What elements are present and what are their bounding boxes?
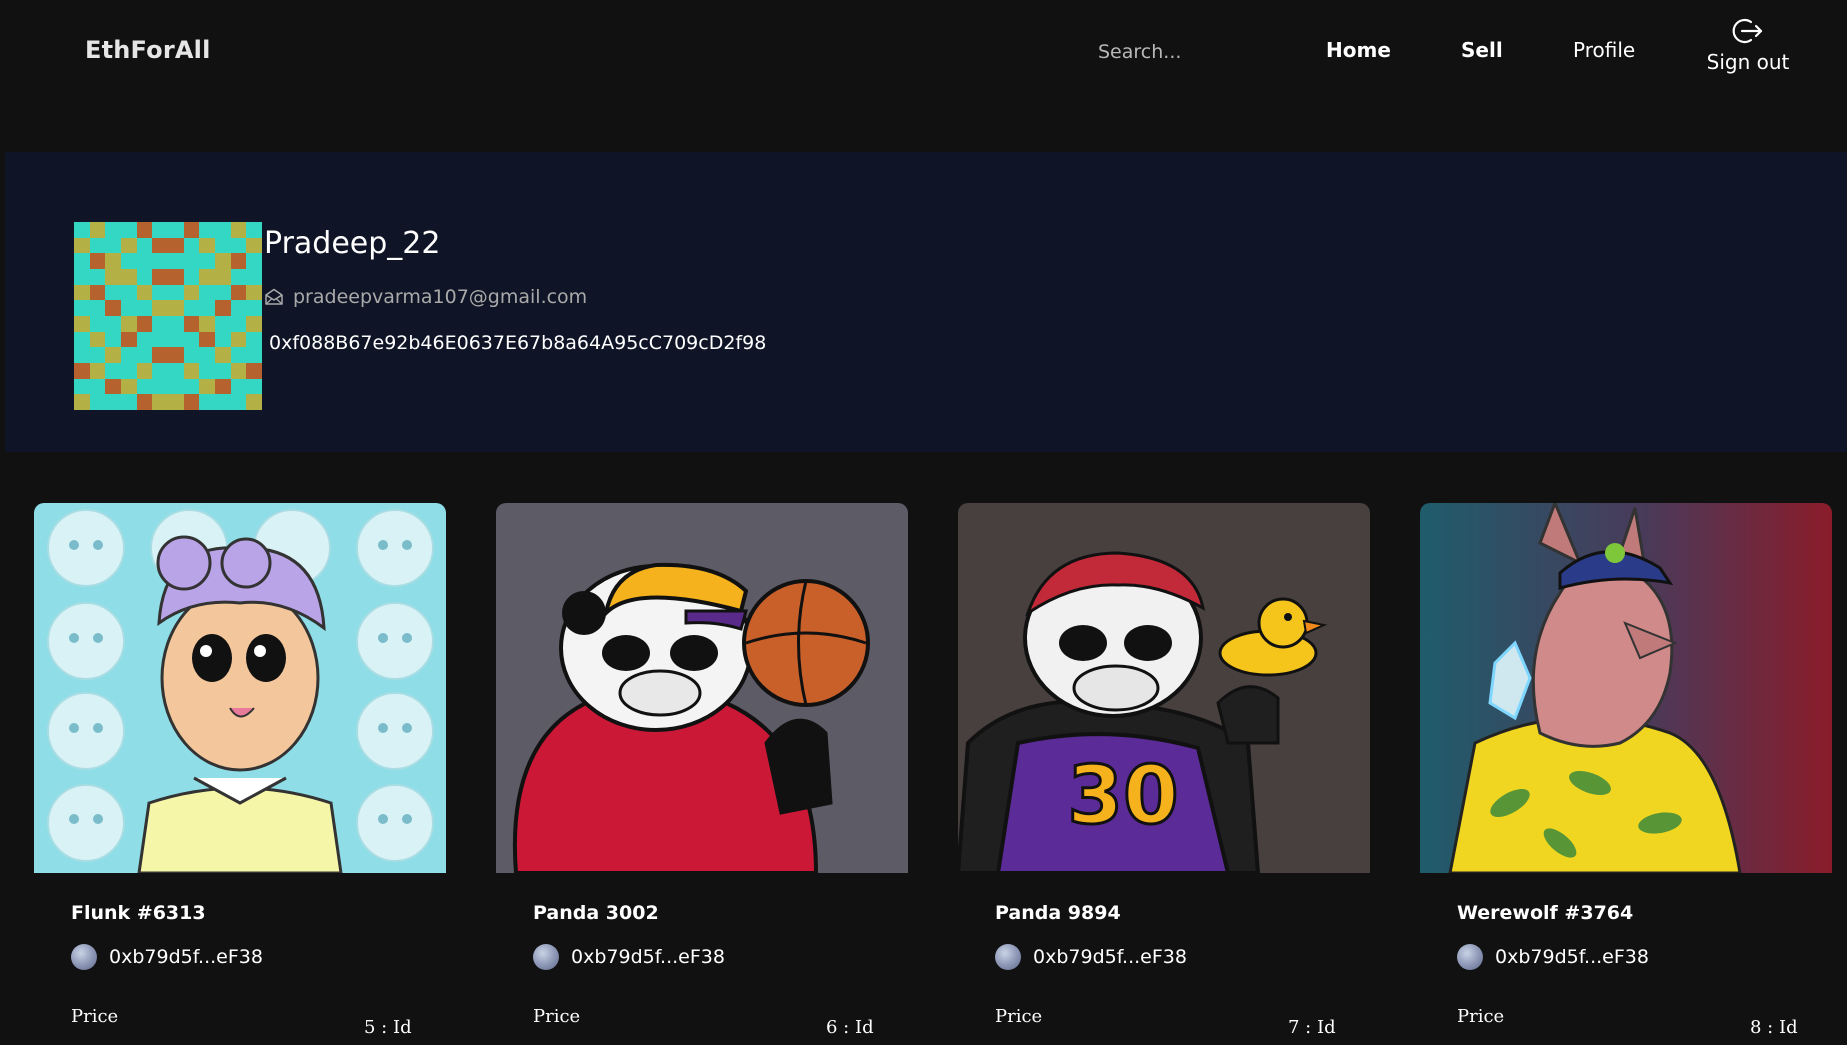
nft-card-grid: Flunk #6313 0xb79d5f...eF38 Price 5 : Id bbox=[34, 503, 1834, 1045]
brand-logo[interactable]: EthForAll bbox=[85, 36, 211, 64]
flunk-girl-art bbox=[34, 503, 446, 873]
svg-text:30: 30 bbox=[1067, 749, 1178, 842]
nft-image-panda-3002[interactable] bbox=[496, 503, 908, 873]
nft-owner: 0xb79d5f...eF38 bbox=[995, 944, 1187, 970]
profile-email: pradeepvarma107@gmail.com bbox=[293, 286, 588, 308]
nft-owner: 0xb79d5f...eF38 bbox=[71, 944, 263, 970]
werewolf-art bbox=[1420, 503, 1832, 873]
nft-id: 5 : Id bbox=[364, 1017, 412, 1038]
nft-price-label: Price bbox=[995, 1006, 1043, 1027]
nft-name: Werewolf #3764 bbox=[1457, 902, 1634, 924]
nft-card[interactable]: Panda 3002 0xb79d5f...eF38 Price 6 : Id bbox=[496, 503, 908, 1045]
nft-owner-address: 0xb79d5f...eF38 bbox=[1495, 946, 1649, 968]
profile-username: Pradeep_22 bbox=[264, 226, 441, 261]
owner-avatar-icon bbox=[995, 944, 1021, 970]
nft-name: Flunk #6313 bbox=[71, 902, 206, 924]
nft-card[interactable]: 30 Panda 9894 0xb79d5f...eF38 Price 7 : … bbox=[958, 503, 1370, 1045]
nav-profile-link[interactable]: Profile bbox=[1573, 38, 1635, 62]
sign-out-label: Sign out bbox=[1706, 50, 1790, 74]
nft-owner-address: 0xb79d5f...eF38 bbox=[571, 946, 725, 968]
nav-sell-link[interactable]: Sell bbox=[1461, 38, 1503, 62]
envelope-icon bbox=[265, 288, 283, 305]
owner-avatar-icon bbox=[533, 944, 559, 970]
nft-id: 7 : Id bbox=[1288, 1017, 1336, 1038]
nft-id: 8 : Id bbox=[1750, 1017, 1798, 1038]
profile-wallet-address: 0xf088B67e92b46E0637E67b8a64A95cC709cD2f… bbox=[269, 332, 767, 354]
nft-price-label: Price bbox=[71, 1006, 119, 1027]
sign-out-icon bbox=[1732, 18, 1763, 44]
nft-owner: 0xb79d5f...eF38 bbox=[533, 944, 725, 970]
search-input[interactable] bbox=[1098, 36, 1258, 68]
nft-price-label: Price bbox=[1457, 1006, 1505, 1027]
nft-image-flunk[interactable] bbox=[34, 503, 446, 873]
nft-card[interactable]: Werewolf #3764 0xb79d5f...eF38 Price 8 :… bbox=[1420, 503, 1832, 1045]
nft-price-label: Price bbox=[533, 1006, 581, 1027]
nft-image-panda-9894[interactable]: 30 bbox=[958, 503, 1370, 873]
nft-image-werewolf[interactable] bbox=[1420, 503, 1832, 873]
panda-basketball-art bbox=[496, 503, 908, 873]
sign-out-button[interactable]: Sign out bbox=[1706, 16, 1790, 74]
owner-avatar-icon bbox=[1457, 944, 1483, 970]
profile-email-row: pradeepvarma107@gmail.com bbox=[264, 286, 587, 308]
nft-card[interactable]: Flunk #6313 0xb79d5f...eF38 Price 5 : Id bbox=[34, 503, 446, 1045]
nav-home-link[interactable]: Home bbox=[1326, 38, 1391, 62]
nft-name: Panda 3002 bbox=[533, 902, 659, 924]
nft-owner: 0xb79d5f...eF38 bbox=[1457, 944, 1649, 970]
nft-owner-address: 0xb79d5f...eF38 bbox=[1033, 946, 1187, 968]
top-navbar: EthForAll Home Sell Profile Sign out bbox=[0, 0, 1847, 152]
owner-avatar-icon bbox=[71, 944, 97, 970]
nft-name: Panda 9894 bbox=[995, 902, 1121, 924]
panda-duck-art: 30 bbox=[958, 503, 1370, 873]
profile-header: Pradeep_22 pradeepvarma107@gmail.com 0xf… bbox=[5, 152, 1847, 452]
avatar bbox=[74, 222, 262, 410]
nft-id: 6 : Id bbox=[826, 1017, 874, 1038]
nft-owner-address: 0xb79d5f...eF38 bbox=[109, 946, 263, 968]
